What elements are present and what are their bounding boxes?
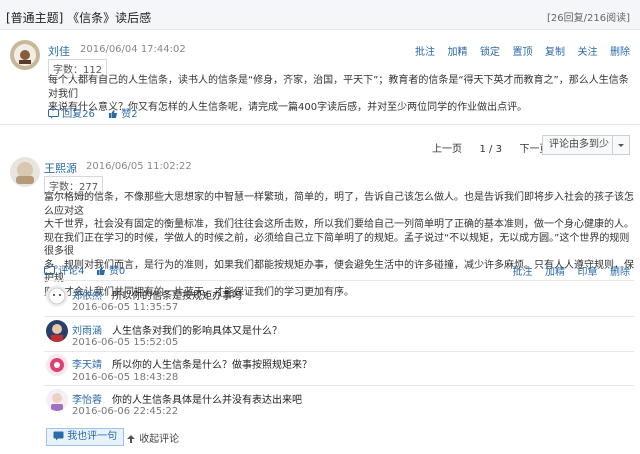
annotate-button[interactable]: 批注 xyxy=(415,47,435,58)
collapse-comments-button[interactable]: 收起评论 xyxy=(126,430,179,445)
like-button[interactable]: 赞0 xyxy=(96,266,126,277)
topic-stats: [26回复/216阅读] xyxy=(547,13,630,24)
post-time: 2016/06/04 17:44:02 xyxy=(80,44,186,55)
comment-text: 所以你的人生信条是什么？做事按照规矩来？ xyxy=(112,360,312,371)
topic-header: [普通主题] 《信条》读后感 [26回复/216阅读] xyxy=(0,0,640,30)
avatar[interactable] xyxy=(10,157,40,187)
reply-body-line: 现在我们正在学习的时候，学做人的时候之前，必须给自己立下简单明了的规矩。孟子说过… xyxy=(44,232,630,258)
avatar-image xyxy=(10,40,40,70)
comment-author[interactable]: 李怡蓉 xyxy=(72,391,102,406)
comment-author[interactable]: 刘雨涵 xyxy=(72,322,102,337)
reply-actions: 批注 加精 印章 删除 xyxy=(504,263,631,278)
follow-button[interactable]: 关注 xyxy=(578,47,598,58)
avatar[interactable] xyxy=(10,40,40,70)
chevron-down-icon xyxy=(618,144,624,147)
avatar-image xyxy=(46,285,68,307)
pagination: 上一页 1 / 3 下一页 xyxy=(432,140,549,155)
comment-icon xyxy=(48,109,59,119)
pin-button[interactable]: 置顶 xyxy=(513,47,533,58)
post-body-line: 每个人都有自己的人生信条，读书人的信条是“修身，齐家，治国，平天下”；教育者的信… xyxy=(48,75,629,100)
add-comment-button[interactable]: 我也评一句 xyxy=(46,428,125,446)
reply-body: 富尔格姆的信条，不像那些大思想家的中智慧一样繁琐，简单的，明了，告诉自己该怎么做… xyxy=(44,191,636,299)
prev-page-link[interactable]: 上一页 xyxy=(432,144,462,155)
sort-select[interactable]: 评论由多到少 xyxy=(542,135,616,155)
comment-text: 你的人生信条具体是什么并没有表达出来吧 xyxy=(112,395,302,406)
post-actions: 批注 加精 锁定 置顶 复制 关注 删除 xyxy=(406,43,630,58)
divider xyxy=(44,316,634,317)
copy-button[interactable]: 复制 xyxy=(545,47,565,58)
comment-text: 人生信条对我们的影响具体又是什么？ xyxy=(112,326,282,337)
divider xyxy=(44,280,634,281)
annotate-button[interactable]: 批注 xyxy=(513,267,533,278)
collapse-comments-label: 收起评论 xyxy=(139,434,180,445)
comment-author[interactable]: 郑依然 xyxy=(72,287,102,302)
avatar[interactable] xyxy=(46,320,68,342)
avatar[interactable] xyxy=(46,285,68,307)
avatar-image xyxy=(46,320,68,342)
avatar-image xyxy=(10,157,40,187)
reply-time: 2016/06/05 11:02:22 xyxy=(86,161,192,172)
avatar-image xyxy=(46,389,68,411)
page-indicator: 1 / 3 xyxy=(479,144,502,155)
reply-count: 回复26 xyxy=(62,109,95,120)
thumbs-up-icon xyxy=(109,110,118,118)
like-count: 赞0 xyxy=(108,266,126,277)
post-author[interactable]: 刘佳 xyxy=(48,43,70,59)
comment-count-button[interactable]: 评论4 xyxy=(44,266,88,277)
thumbs-up-icon xyxy=(96,267,105,275)
comment-time: 2016-06-05 15:52:05 xyxy=(72,337,179,348)
reply-meta: 评论4 赞0 xyxy=(44,262,125,277)
reply-author[interactable]: 王熙源 xyxy=(44,160,77,176)
delete-button[interactable]: 删除 xyxy=(610,47,630,58)
reply-body-line: 大千世界，社会没有固定的衡量标准，我们往往会这所击败，所以我们要给自己一列简单明… xyxy=(44,219,634,230)
divider xyxy=(44,385,634,386)
post-meta: 回复26 赞2 xyxy=(48,105,138,120)
reply-body-line: 富尔格姆的信条，不像那些大思想家的中智慧一样繁琐，简单的，明了，告诉自己该怎么做… xyxy=(44,192,634,217)
like-button[interactable]: 赞2 xyxy=(108,109,138,120)
divider xyxy=(44,351,634,352)
feature-button[interactable]: 加精 xyxy=(448,47,468,58)
add-comment-label: 我也评一句 xyxy=(67,431,118,442)
divider xyxy=(0,124,640,125)
like-count: 赞2 xyxy=(121,109,138,120)
arrow-up-icon xyxy=(127,435,135,443)
avatar[interactable] xyxy=(46,354,68,376)
comment-time: 2016-06-05 18:43:28 xyxy=(72,372,179,383)
feature-button[interactable]: 加精 xyxy=(545,267,565,278)
comment-icon xyxy=(44,266,55,276)
lock-button[interactable]: 锁定 xyxy=(480,47,500,58)
comment-text: 所以你的信条是按规矩办事吗 xyxy=(112,291,242,302)
avatar[interactable] xyxy=(46,389,68,411)
topic-title: [普通主题] 《信条》读后感 xyxy=(6,11,152,25)
sort-dropdown-button[interactable] xyxy=(612,135,630,155)
comment-time: 2016-06-05 11:35:57 xyxy=(72,302,179,313)
delete-button[interactable]: 删除 xyxy=(610,267,630,278)
comment-count: 评论4 xyxy=(58,266,85,277)
comment-author[interactable]: 李天靖 xyxy=(72,356,102,371)
comment-icon xyxy=(53,431,64,441)
reply-count-button[interactable]: 回复26 xyxy=(48,109,98,120)
avatar-image xyxy=(46,354,68,376)
comment-time: 2016-06-06 22:45:22 xyxy=(72,406,179,417)
stamp-button[interactable]: 印章 xyxy=(578,267,598,278)
